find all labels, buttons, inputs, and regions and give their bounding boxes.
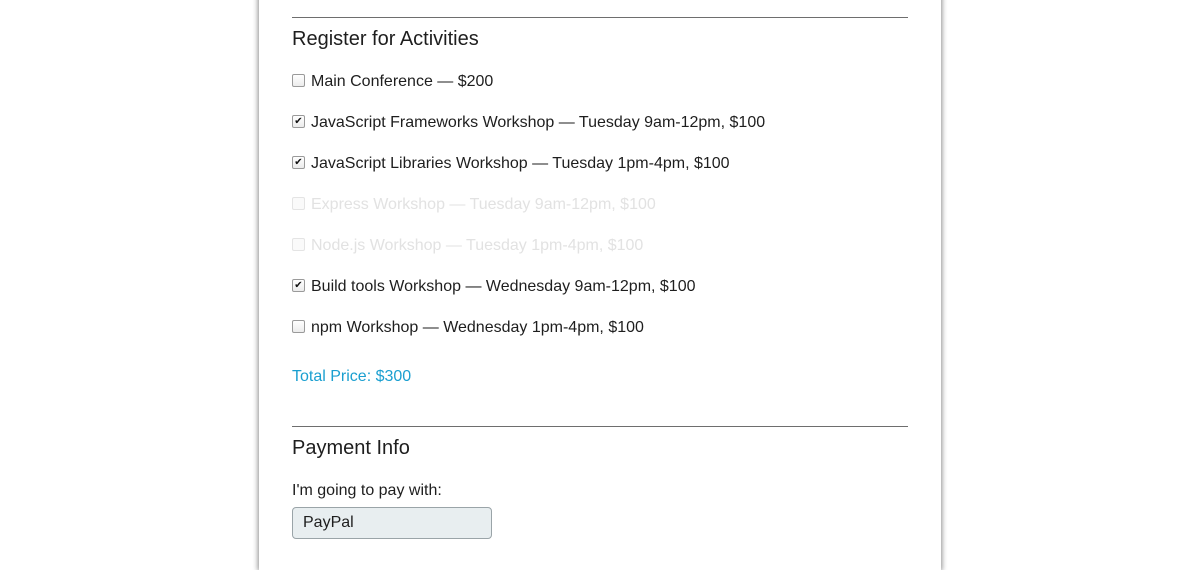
checkbox-js-libraries[interactable]: ✔ (292, 155, 305, 169)
total-price: Total Price: $300 (292, 368, 412, 385)
activity-label: npm Workshop — Wednesday 1pm-4pm, $100 (311, 319, 644, 336)
activity-build-tools[interactable]: ✔ Build tools Workshop — Wednesday 9am-1… (292, 276, 696, 298)
section-divider (292, 17, 908, 18)
activity-main-conference[interactable]: Main Conference — $200 (292, 71, 493, 93)
payment-method-select[interactable]: PayPal (292, 507, 492, 539)
checkbox-nodejs (292, 237, 305, 251)
payment-method-label: I'm going to pay with: (292, 482, 442, 499)
activity-express: Express Workshop — Tuesday 9am-12pm, $10… (292, 194, 656, 216)
activity-nodejs: Node.js Workshop — Tuesday 1pm-4pm, $100 (292, 235, 643, 257)
activity-label: JavaScript Libraries Workshop — Tuesday … (311, 155, 730, 172)
activities-title: Register for Activities (292, 28, 479, 50)
checkbox-main-conference[interactable] (292, 73, 305, 87)
activity-npm[interactable]: npm Workshop — Wednesday 1pm-4pm, $100 (292, 317, 644, 339)
section-divider (292, 426, 908, 427)
checkbox-npm[interactable] (292, 319, 305, 333)
activity-js-frameworks[interactable]: ✔ JavaScript Frameworks Workshop — Tuesd… (292, 112, 765, 134)
form-card: Register for Activities Main Conference … (259, 0, 941, 570)
checkbox-js-frameworks[interactable]: ✔ (292, 114, 305, 128)
payment-title: Payment Info (292, 437, 410, 459)
checkbox-express (292, 196, 305, 210)
activity-label: Node.js Workshop — Tuesday 1pm-4pm, $100 (311, 237, 644, 254)
activity-label: Build tools Workshop — Wednesday 9am-12p… (311, 278, 696, 295)
activity-label: Main Conference — $200 (311, 73, 494, 90)
activity-label: JavaScript Frameworks Workshop — Tuesday… (311, 114, 766, 131)
activity-js-libraries[interactable]: ✔ JavaScript Libraries Workshop — Tuesda… (292, 153, 730, 175)
activity-label: Express Workshop — Tuesday 9am-12pm, $10… (311, 196, 656, 213)
checkbox-build-tools[interactable]: ✔ (292, 278, 305, 292)
